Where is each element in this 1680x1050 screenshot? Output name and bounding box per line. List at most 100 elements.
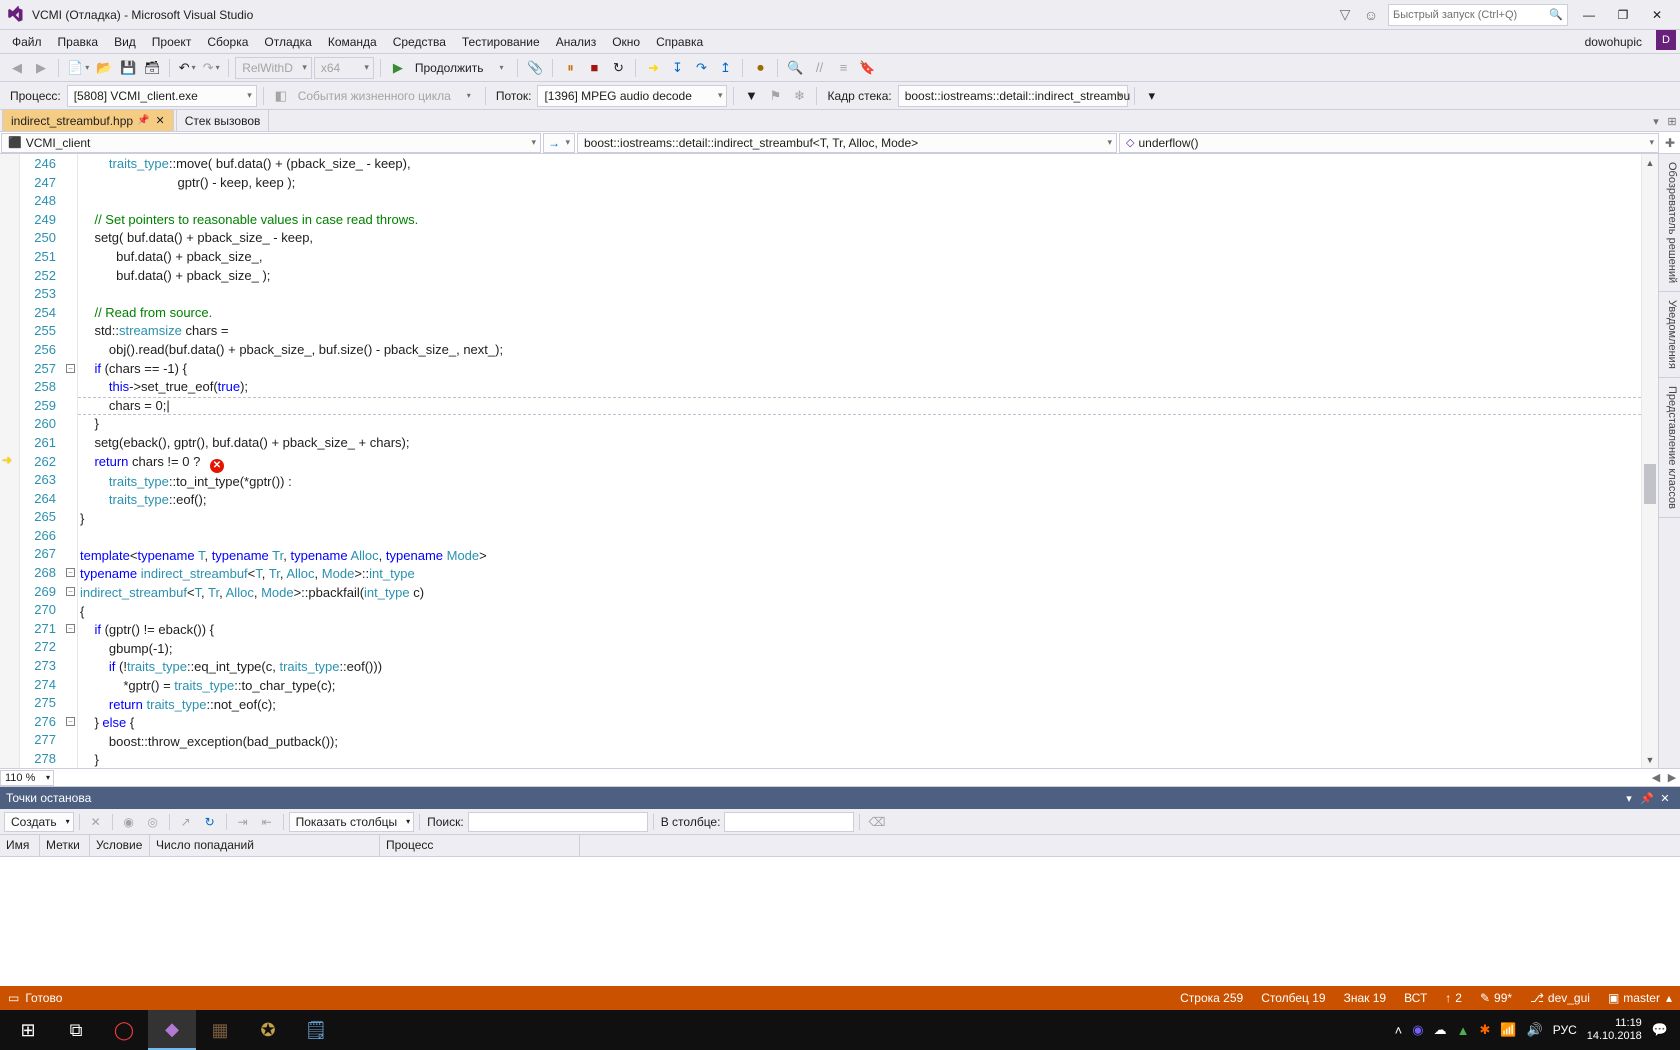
taskbar-app-5[interactable]: 🗒	[292, 1010, 340, 1050]
code-line[interactable]: if (!traits_type::eq_int_type(c, traits_…	[80, 658, 1641, 677]
minimize-button[interactable]: —	[1572, 2, 1606, 28]
menu-тестирование[interactable]: Тестирование	[454, 30, 548, 53]
menu-проект[interactable]: Проект	[144, 30, 200, 53]
grid-header-col[interactable]: Число попаданий	[150, 835, 380, 856]
h-scroll-left[interactable]: ◀	[1648, 771, 1664, 784]
stack-combo[interactable]: boost::iostreams::detail::indirect_strea…	[898, 85, 1128, 107]
step-over-button[interactable]: ↷	[690, 57, 712, 79]
new-project-button[interactable]: 📄	[65, 57, 91, 79]
code-line[interactable]: traits_type::move( buf.data() + (pback_s…	[80, 155, 1641, 174]
menu-справка[interactable]: Справка	[648, 30, 711, 53]
save-all-button[interactable]: 🗃	[141, 57, 163, 79]
code-line[interactable]: chars = 0;|	[80, 397, 1641, 416]
code-line[interactable]: }	[80, 510, 1641, 529]
side-tab[interactable]: Обозреватель решений	[1659, 154, 1680, 292]
enable-breakpoint-button[interactable]: ◉	[118, 811, 140, 833]
goto-disasm-button[interactable]: ⇤	[256, 811, 278, 833]
code-line[interactable]: } else {	[80, 714, 1641, 733]
code-line[interactable]	[80, 192, 1641, 211]
status-line[interactable]: Строка 259	[1180, 991, 1243, 1005]
import-button[interactable]: ↻	[199, 811, 221, 833]
tray-notifications-icon[interactable]: 💬	[1652, 1022, 1668, 1038]
nav-project-combo[interactable]: ⬛ VCMI_client	[1, 133, 541, 153]
code-line[interactable]: indirect_streambuf<T, Tr, Alloc, Mode>::…	[80, 584, 1641, 603]
panel-header[interactable]: Точки останова ▾ 📌 ✕	[0, 787, 1680, 809]
menu-вид[interactable]: Вид	[106, 30, 144, 53]
nav-scope-arrow[interactable]: →	[543, 133, 575, 153]
tray-app-icon[interactable]: ✱	[1479, 1022, 1490, 1038]
taskbar-app-4[interactable]: ✪	[244, 1010, 292, 1050]
platform-combo[interactable]: x64	[314, 57, 374, 79]
tray-clock[interactable]: 11:19 14.10.2018	[1587, 1017, 1642, 1043]
continue-button[interactable]: ▶	[387, 57, 409, 79]
user-name[interactable]: dowohupic	[1577, 30, 1650, 53]
code-line[interactable]: }	[80, 415, 1641, 434]
close-tab-icon[interactable]: ✕	[156, 114, 165, 127]
feedback-icon[interactable]: ☺	[1358, 5, 1384, 25]
disable-breakpoint-button[interactable]: ◎	[142, 811, 164, 833]
status-repo[interactable]: ▣master▴	[1608, 991, 1672, 1005]
code-line[interactable]: return chars != 0 ? ✕	[80, 453, 1641, 473]
freeze-thread-button[interactable]: ❄	[788, 85, 810, 107]
save-button[interactable]: 💾	[117, 57, 139, 79]
undo-button[interactable]: ↶	[176, 57, 198, 79]
continue-label[interactable]: Продолжить	[411, 61, 488, 75]
quick-launch-input[interactable]: Быстрый запуск (Ctrl+Q) 🔍	[1388, 4, 1568, 26]
menu-окно[interactable]: Окно	[604, 30, 648, 53]
code-line[interactable]: gptr() - keep, keep );	[80, 174, 1641, 193]
scroll-up-button[interactable]: ▲	[1642, 154, 1658, 171]
config-combo[interactable]: RelWithD	[235, 57, 312, 79]
show-columns-combo[interactable]: Показать столбцы	[289, 812, 415, 832]
code-line[interactable]: buf.data() + pback_size_,	[80, 248, 1641, 267]
scrollbar-thumb[interactable]	[1644, 464, 1656, 504]
grid-header-col[interactable]: Условие	[90, 835, 150, 856]
tray-cloud-icon[interactable]: ☁	[1434, 1022, 1447, 1038]
stop-button[interactable]: ■	[583, 57, 605, 79]
code-line[interactable]: template<typename T, typename Tr, typena…	[80, 547, 1641, 566]
tray-language[interactable]: РУС	[1553, 1023, 1577, 1037]
uncomment-button[interactable]: ≡	[832, 57, 854, 79]
panel-dropdown-button[interactable]: ▾	[1620, 792, 1638, 805]
code-line[interactable]: *gptr() = traits_type::to_char_type(c);	[80, 677, 1641, 696]
doc-tab[interactable]: Стек вызовов	[176, 109, 270, 131]
nav-scope-combo[interactable]: boost::iostreams::detail::indirect_strea…	[577, 133, 1117, 153]
find-in-files-button[interactable]: 🔍	[784, 57, 806, 79]
code-line[interactable]: traits_type::to_int_type(*gptr()) :	[80, 473, 1641, 492]
menu-команда[interactable]: Команда	[320, 30, 385, 53]
tray-shield-icon[interactable]: ▲	[1457, 1023, 1470, 1038]
comment-button[interactable]: //	[808, 57, 830, 79]
status-column[interactable]: Столбец 19	[1261, 991, 1325, 1005]
menu-средства[interactable]: Средства	[385, 30, 454, 53]
search-input[interactable]	[468, 812, 648, 832]
lifecycle-dropdown[interactable]	[457, 85, 479, 107]
in-column-combo[interactable]	[724, 812, 854, 832]
status-insert-mode[interactable]: ВСТ	[1404, 991, 1427, 1005]
redo-button[interactable]: ↷	[200, 57, 222, 79]
panel-pin-button[interactable]: 📌	[1638, 792, 1656, 805]
code-line[interactable]: if (gptr() != eback()) {	[80, 621, 1641, 640]
taskbar-app-1[interactable]: ◯	[100, 1010, 148, 1050]
status-char[interactable]: Знак 19	[1344, 991, 1386, 1005]
fold-toggle[interactable]: −	[66, 364, 75, 373]
breakpoints-grid-body[interactable]	[0, 857, 1680, 986]
menu-отладка[interactable]: Отладка	[256, 30, 319, 53]
code-line[interactable]: // Read from source.	[80, 304, 1641, 323]
show-next-statement-button[interactable]: ➜	[642, 57, 664, 79]
code-line[interactable]	[80, 528, 1641, 547]
lifecycle-icon[interactable]: ◧	[270, 85, 292, 107]
toolbar-options-button[interactable]: ▾	[1141, 85, 1163, 107]
solution-explorer-toggle[interactable]: ⊞	[1664, 111, 1680, 131]
panel-close-button[interactable]: ✕	[1656, 792, 1674, 805]
new-breakpoint-button[interactable]: Создать	[4, 812, 74, 832]
nav-back-button[interactable]: ◀	[6, 57, 28, 79]
breakpoint-margin[interactable]: ➜	[0, 154, 20, 768]
intellitrace-button[interactable]: ⏺	[749, 57, 771, 79]
fold-toggle[interactable]: −	[66, 568, 75, 577]
side-tab[interactable]: Уведомления	[1659, 292, 1680, 378]
fold-gutter[interactable]: −−−−−	[64, 154, 78, 768]
menu-анализ[interactable]: Анализ	[548, 30, 605, 53]
code-line[interactable]: obj().read(buf.data() + pback_size_, buf…	[80, 341, 1641, 360]
code-line[interactable]: }	[80, 751, 1641, 768]
code-line[interactable]: boost::throw_exception(bad_putback());	[80, 733, 1641, 752]
clear-search-button[interactable]: ⌫	[865, 811, 888, 833]
